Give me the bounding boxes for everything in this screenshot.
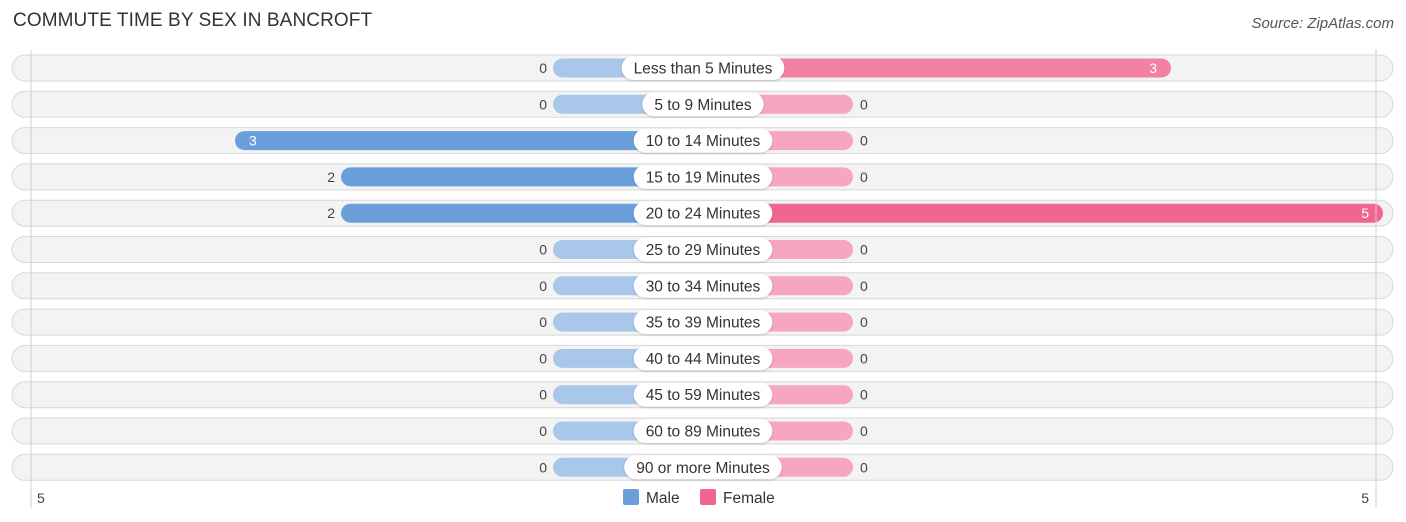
category-label: 20 to 24 Minutes <box>646 206 761 223</box>
legend-swatch-female <box>700 489 716 505</box>
male-value-label: 2 <box>327 205 335 221</box>
row-10: 0 0 60 to 89 Minutes <box>11 417 1394 445</box>
right-axis-tick: 5 <box>1361 490 1369 506</box>
female-value-label: 0 <box>860 459 868 475</box>
male-value-label: 0 <box>539 350 547 366</box>
female-value-label: 0 <box>860 96 868 112</box>
category-label: 40 to 44 Minutes <box>646 351 761 368</box>
legend-item-female[interactable]: Female <box>700 489 775 507</box>
male-value-label: 0 <box>539 278 547 294</box>
category-label: 30 to 34 Minutes <box>646 278 761 295</box>
left-axis-tick: 5 <box>37 490 45 506</box>
male-value-label: 3 <box>249 133 257 149</box>
female-value-label: 0 <box>860 387 868 403</box>
female-value-label: 0 <box>860 242 868 258</box>
category-label: 25 to 29 Minutes <box>646 242 761 259</box>
row-3: 2 0 15 to 19 Minutes <box>11 163 1394 191</box>
legend-label-female: Female <box>723 490 775 507</box>
female-value-label: 0 <box>860 350 868 366</box>
female-value-label: 0 <box>860 169 868 185</box>
male-value-label: 0 <box>539 96 547 112</box>
row-6: 0 0 30 to 34 Minutes <box>11 272 1394 300</box>
male-value-label: 0 <box>539 242 547 258</box>
female-value-label: 3 <box>1149 60 1157 76</box>
male-value-label: 0 <box>539 387 547 403</box>
category-label: 15 to 19 Minutes <box>646 169 761 186</box>
male-value-label: 0 <box>539 314 547 330</box>
female-value-label: 0 <box>860 278 868 294</box>
category-label: 35 to 39 Minutes <box>646 315 761 332</box>
category-label: 10 to 14 Minutes <box>646 133 761 150</box>
female-value-label: 0 <box>860 133 868 149</box>
chart: 0 3 Less than 5 Minutes 0 0 5 to 9 Minutes 3 0 1… <box>11 50 1394 508</box>
female-value-label: 0 <box>860 423 868 439</box>
category-label: 45 to 59 Minutes <box>646 387 761 404</box>
category-label: 5 to 9 Minutes <box>654 97 752 114</box>
female-value-label: 0 <box>860 314 868 330</box>
female-value-label: 5 <box>1361 205 1369 221</box>
legend-swatch-male <box>623 489 639 505</box>
male-value-label: 0 <box>539 423 547 439</box>
male-bar[interactable] <box>235 131 703 151</box>
row-1: 0 0 5 to 9 Minutes <box>11 90 1394 118</box>
row-11: 0 0 90 or more Minutes <box>11 453 1394 481</box>
row-5: 0 0 25 to 29 Minutes <box>11 236 1394 263</box>
legend-label-male: Male <box>646 490 680 507</box>
legend-item-male[interactable]: Male <box>623 489 680 507</box>
row-8: 0 0 40 to 44 Minutes <box>11 344 1394 372</box>
row-0: 0 3 Less than 5 Minutes <box>11 54 1394 82</box>
row-7: 0 0 35 to 39 Minutes <box>11 308 1394 336</box>
female-bar[interactable] <box>703 203 1383 223</box>
chart-legend: Male Female <box>623 489 775 507</box>
category-label: 60 to 89 Minutes <box>646 424 761 441</box>
row-9: 0 0 45 to 59 Minutes <box>11 381 1394 409</box>
male-value-label: 2 <box>327 169 335 185</box>
male-value-label: 0 <box>539 459 547 475</box>
category-label: 90 or more Minutes <box>636 460 770 477</box>
chart-rows: 0 3 Less than 5 Minutes 0 0 5 to 9 Minutes 3 0 1… <box>11 54 1394 481</box>
category-label: Less than 5 Minutes <box>634 61 773 78</box>
male-value-label: 0 <box>539 60 547 76</box>
row-2: 3 0 10 to 14 Minutes <box>11 127 1394 155</box>
row-4: 2 5 20 to 24 Minutes <box>11 199 1394 227</box>
